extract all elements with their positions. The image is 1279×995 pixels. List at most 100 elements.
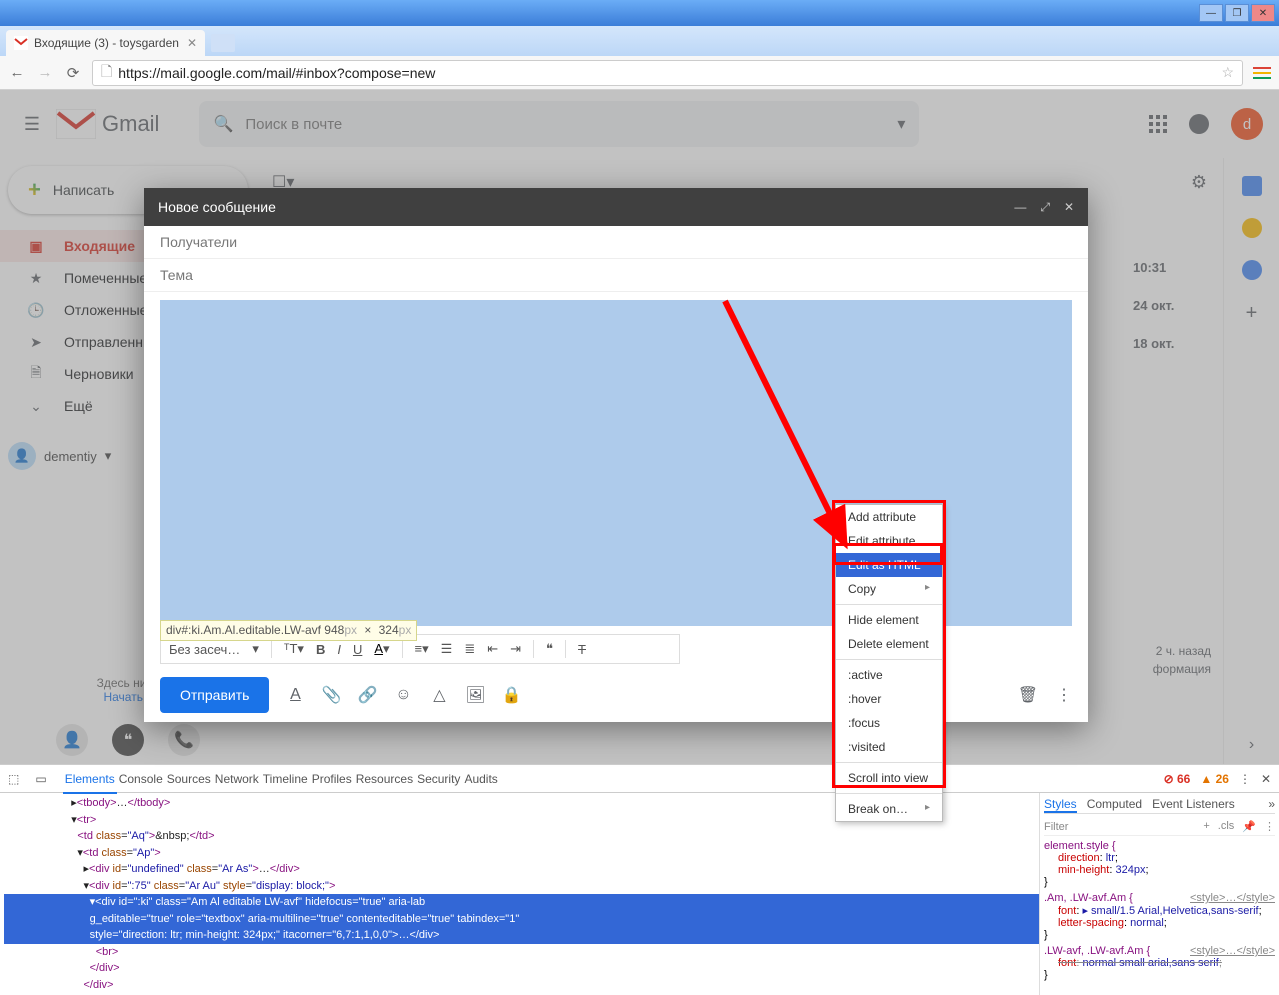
italic-icon[interactable]: I: [337, 642, 341, 657]
hangouts-call-icon[interactable]: 📞: [168, 724, 200, 756]
cls-toggle[interactable]: .cls: [1218, 820, 1235, 833]
devtools-tab[interactable]: Network: [213, 766, 261, 792]
star-icon[interactable]: ☆: [1221, 64, 1234, 81]
site-info-icon[interactable]: 🗋: [101, 61, 112, 85]
apps-grid-icon[interactable]: [1149, 115, 1167, 133]
devtools-tab[interactable]: Security: [415, 766, 462, 792]
settings-gear-icon[interactable]: ⚙: [1191, 172, 1207, 193]
context-menu-item[interactable]: Scroll into view: [836, 766, 942, 790]
inspect-element-icon[interactable]: ⬚: [8, 772, 19, 786]
send-button[interactable]: Отправить: [160, 677, 269, 713]
text-color-icon[interactable]: A▾: [374, 641, 389, 657]
styles-tab[interactable]: Event Listeners: [1152, 797, 1235, 813]
context-menu-item[interactable]: Copy: [836, 577, 942, 601]
devtools-tab[interactable]: Console: [117, 766, 165, 792]
hangouts-chat-icon[interactable]: ❝: [112, 724, 144, 756]
user-avatar-small: 👤: [8, 442, 36, 470]
align-icon[interactable]: ≡▾: [415, 641, 429, 657]
maximize-button[interactable]: ❐: [1225, 4, 1249, 22]
styles-tab[interactable]: Computed: [1087, 797, 1142, 813]
gmail-header: ☰ Gmail 🔍 ▾ d: [0, 90, 1279, 158]
compose-close-icon[interactable]: ✕: [1064, 200, 1074, 215]
drive-icon[interactable]: △: [429, 685, 449, 705]
main-menu-button[interactable]: ☰: [8, 114, 56, 135]
add-rule-icon[interactable]: +: [1203, 820, 1209, 833]
address-bar[interactable]: 🗋 https://mail.google.com/mail/#inbox?co…: [92, 60, 1243, 86]
context-menu-item[interactable]: Delete element: [836, 632, 942, 656]
devtools-tab[interactable]: Timeline: [261, 766, 310, 792]
calendar-addon-icon[interactable]: [1242, 176, 1262, 196]
bold-icon[interactable]: B: [316, 642, 325, 657]
compose-expand-icon[interactable]: ⤢: [1040, 200, 1050, 215]
devtools-tab[interactable]: Audits: [462, 766, 499, 792]
context-menu-item[interactable]: :hover: [836, 687, 942, 711]
context-menu-item[interactable]: :visited: [836, 735, 942, 759]
search-input[interactable]: [245, 116, 897, 133]
devtools-tab[interactable]: Elements: [63, 766, 117, 794]
devtools-menu-icon[interactable]: ⋮: [1239, 772, 1251, 786]
search-options-icon[interactable]: ▾: [897, 114, 905, 134]
os-close-button[interactable]: ✕: [1251, 4, 1275, 22]
new-tab-button[interactable]: [211, 34, 235, 52]
discard-draft-icon[interactable]: 🗑: [1018, 685, 1038, 705]
notifications-icon[interactable]: [1189, 114, 1209, 134]
font-size-icon[interactable]: ᵀT▾: [284, 641, 304, 657]
quote-icon[interactable]: ❝: [546, 641, 553, 657]
device-toolbar-icon[interactable]: ▭: [35, 772, 46, 786]
remove-formatting-icon[interactable]: T: [578, 642, 586, 657]
sidebar-icon: ⌄: [26, 398, 46, 415]
attach-icon[interactable]: 📎: [321, 685, 341, 705]
gmail-wordmark: Gmail: [102, 111, 159, 137]
devtools-close-icon[interactable]: ✕: [1261, 772, 1271, 786]
pin-icon[interactable]: 📌: [1242, 820, 1256, 833]
account-avatar[interactable]: d: [1231, 108, 1263, 140]
formatting-toggle-icon[interactable]: A: [285, 686, 305, 704]
styles-tab[interactable]: Styles: [1044, 797, 1077, 813]
more-options-icon[interactable]: ⋮: [1056, 685, 1072, 705]
font-picker[interactable]: Без засеч…: [169, 642, 240, 657]
numbered-list-icon[interactable]: ☰: [441, 641, 453, 657]
hangouts-contacts-icon[interactable]: 👤: [56, 724, 88, 756]
devtools-tab[interactable]: Sources: [165, 766, 213, 792]
keep-addon-icon[interactable]: [1242, 218, 1262, 238]
context-menu-item[interactable]: Edit as HTML: [836, 553, 942, 577]
context-menu-item[interactable]: Add attribute: [836, 505, 942, 529]
recipients-field[interactable]: Получатели: [144, 226, 1088, 259]
error-count[interactable]: ⊘ 66: [1164, 772, 1191, 786]
link-icon[interactable]: 🔗: [357, 685, 377, 705]
add-addon-icon[interactable]: +: [1246, 302, 1258, 325]
compose-header[interactable]: Новое сообщение — ⤢ ✕: [144, 188, 1088, 226]
styles-pane[interactable]: StylesComputedEvent Listeners» Filter +.…: [1039, 793, 1279, 995]
search-bar[interactable]: 🔍 ▾: [199, 101, 919, 147]
indent-less-icon[interactable]: ⇤: [487, 641, 498, 657]
warning-count[interactable]: ▲ 26: [1200, 772, 1229, 786]
collapse-sidepanel-icon[interactable]: ›: [1249, 736, 1254, 754]
dom-tree[interactable]: ▸<tbody>…</tbody> ▾<tr> <td class="Aq">&…: [0, 793, 1039, 995]
subject-field[interactable]: Тема: [144, 259, 1088, 292]
context-menu-item[interactable]: Break on…: [836, 797, 942, 821]
devtools-tab[interactable]: Resources: [354, 766, 415, 792]
back-button[interactable]: ←: [8, 64, 26, 81]
minimize-button[interactable]: —: [1199, 4, 1223, 22]
styles-filter[interactable]: Filter: [1044, 821, 1068, 833]
context-menu-item[interactable]: :focus: [836, 711, 942, 735]
reload-button[interactable]: ⟳: [64, 64, 82, 82]
tab-close-icon[interactable]: ✕: [187, 36, 197, 50]
tasks-addon-icon[interactable]: [1242, 260, 1262, 280]
bulleted-list-icon[interactable]: ≣: [464, 641, 475, 657]
context-menu-item[interactable]: Edit attribute: [836, 529, 942, 553]
devtools-tab[interactable]: Profiles: [310, 766, 354, 792]
sidebar-icon: ★: [26, 270, 46, 287]
context-menu-item[interactable]: :active: [836, 663, 942, 687]
compose-minimize-icon[interactable]: —: [1014, 200, 1026, 215]
more-icon[interactable]: ⋮: [1264, 820, 1275, 833]
context-menu-item[interactable]: Hide element: [836, 608, 942, 632]
photo-icon[interactable]: 🖼: [465, 685, 485, 705]
indent-more-icon[interactable]: ⇥: [510, 641, 521, 657]
confidential-icon[interactable]: 🔒: [501, 685, 521, 705]
browser-tab[interactable]: Входящие (3) - toysgarden ✕: [6, 30, 205, 56]
underline-icon[interactable]: U: [353, 642, 362, 657]
emoji-icon[interactable]: ☺: [393, 686, 413, 704]
sidebar-label: Помеченные: [64, 270, 147, 286]
chrome-menu-button[interactable]: [1253, 67, 1271, 79]
